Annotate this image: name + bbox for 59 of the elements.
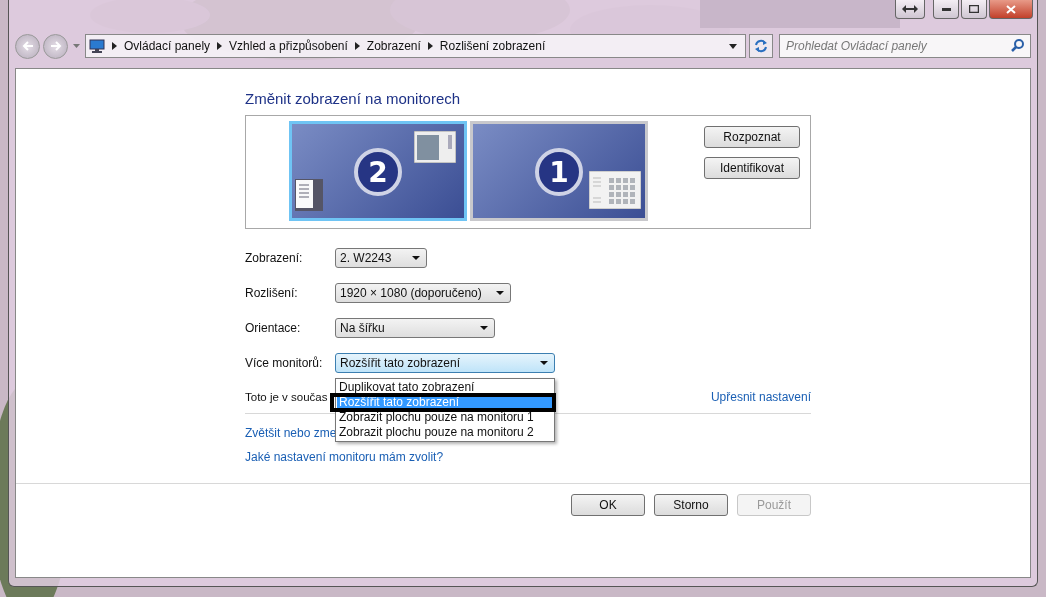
close-button[interactable]	[989, 0, 1033, 19]
window-thumbnail-icon	[295, 179, 323, 211]
maximize-button[interactable]	[961, 0, 987, 19]
maximize-icon	[969, 5, 979, 13]
window-thumbnail-icon	[589, 171, 641, 209]
breadcrumb[interactable]: Zobrazení	[366, 39, 421, 53]
minimize-button[interactable]	[933, 0, 959, 19]
dialog-button[interactable]: Rozpoznat	[704, 126, 800, 148]
chevron-icon	[217, 42, 223, 50]
dropdown-option[interactable]: Zobrazit plochu pouze na monitoru 1	[337, 410, 553, 425]
monitor-number: 2	[354, 148, 402, 196]
dropdown[interactable]: Rozšířit tato zobrazení	[335, 353, 555, 373]
dropdown-arrow-icon	[496, 291, 504, 295]
monitor-number: 1	[535, 148, 583, 196]
field-label: Více monitorů:	[245, 356, 324, 370]
dropdown-option[interactable]: Zobrazit plochu pouze na monitoru 2	[337, 425, 553, 440]
breadcrumb[interactable]: Vzhled a přizpůsobení	[229, 39, 348, 53]
dropdown-arrow-icon	[412, 256, 420, 260]
monitor-icon	[89, 39, 105, 53]
dropdown-arrow-icon	[73, 44, 80, 48]
field-label: Rozlišení:	[245, 286, 299, 300]
chevron-icon	[112, 42, 117, 50]
dropdown-option[interactable]: Duplikovat tato zobrazení	[337, 380, 553, 395]
page-heading: Změnit zobrazení na monitorech	[245, 90, 462, 107]
help-link[interactable]: Zvětšit nebo zme	[245, 426, 337, 440]
forward-arrow-icon	[48, 40, 63, 52]
dropdown-arrow-icon	[480, 326, 488, 330]
dropdown[interactable]: 1920 × 1080 (doporučeno)	[335, 283, 511, 303]
close-icon	[1006, 4, 1016, 14]
dropdown-arrow-icon	[540, 361, 548, 365]
forward-button[interactable]	[43, 33, 68, 59]
dialog-button[interactable]: Storno	[654, 494, 728, 516]
field-label: Orientace:	[245, 321, 302, 335]
chevron-icon	[354, 42, 360, 50]
breadcrumb[interactable]: Rozlišení zobrazení	[439, 39, 546, 53]
monitor-tile[interactable]: 1	[470, 121, 648, 221]
minimize-icon	[941, 7, 951, 11]
window-thumbnail-icon	[414, 131, 456, 163]
search-icon	[1011, 39, 1024, 52]
search-field[interactable]: Prohledat Ovládací panely	[779, 34, 1031, 58]
breadcrumb[interactable]: Ovládací panely	[124, 39, 211, 53]
chevron-icon	[427, 42, 433, 50]
help-link[interactable]: Jaké nastavení monitoru mám zvolit?	[245, 450, 444, 464]
dropdown[interactable]: 2. W2243	[335, 248, 427, 268]
dialog-button[interactable]: OK	[571, 494, 645, 516]
refresh-arrows-icon	[754, 39, 768, 53]
status-text: Toto je v součas	[245, 391, 328, 403]
double-arrow-icon	[902, 5, 918, 13]
advanced-settings-link[interactable]: Upřesnit nastavení	[710, 390, 811, 404]
dialog-button[interactable]: Identifikovat	[704, 157, 800, 179]
monitor-tile[interactable]: 2	[289, 121, 467, 221]
refresh-button[interactable]	[749, 34, 773, 58]
dropdown[interactable]: Na šířku	[335, 318, 495, 338]
back-button[interactable]	[15, 33, 40, 59]
back-arrow-icon	[20, 40, 35, 52]
address-bar[interactable]: Ovládací panely Vzhled a přizpůsobení Zobrazení Rozlišení zobrazení	[85, 34, 746, 58]
dropdown-arrow-icon	[729, 43, 737, 49]
field-label: Zobrazení:	[245, 251, 304, 265]
resize-button[interactable]	[895, 0, 925, 19]
